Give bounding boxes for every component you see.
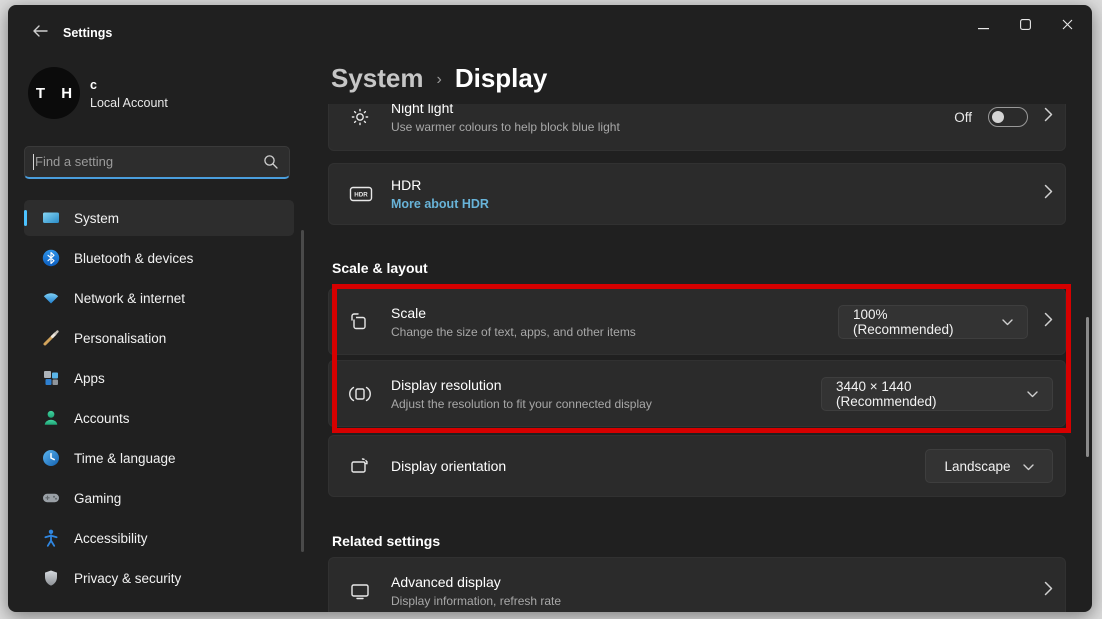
chevron-right-icon bbox=[1044, 581, 1053, 601]
sidebar-scrollbar[interactable] bbox=[301, 230, 304, 552]
hdr-icon: HDR bbox=[349, 183, 371, 205]
breadcrumb-separator: › bbox=[437, 71, 442, 89]
sidebar-item-accessibility[interactable]: Accessibility bbox=[24, 520, 294, 556]
back-button[interactable] bbox=[26, 21, 54, 45]
chevron-right-icon bbox=[1044, 107, 1053, 127]
chevron-right-icon bbox=[1044, 312, 1053, 332]
scale-dropdown-value: 100% (Recommended) bbox=[853, 307, 990, 337]
display-resolution-title: Display resolution bbox=[391, 377, 652, 393]
sidebar-item-personalisation[interactable]: Personalisation bbox=[24, 320, 294, 356]
breadcrumb-system[interactable]: System bbox=[331, 63, 424, 94]
toggle-knob bbox=[992, 111, 1004, 123]
scale-icon bbox=[349, 311, 371, 333]
page-title: Display bbox=[455, 63, 548, 94]
sidebar-item-label: Bluetooth & devices bbox=[74, 251, 193, 266]
sidebar-item-privacy-security[interactable]: Privacy & security bbox=[24, 560, 294, 596]
chevron-right-icon bbox=[1044, 184, 1053, 204]
scale-dropdown[interactable]: 100% (Recommended) bbox=[838, 305, 1028, 339]
display-resolution-row[interactable]: Display resolution Adjust the resolution… bbox=[328, 360, 1066, 427]
scale-row[interactable]: Scale Change the size of text, apps, and… bbox=[328, 288, 1066, 355]
advanced-display-title: Advanced display bbox=[391, 574, 561, 590]
search-input[interactable] bbox=[35, 147, 250, 176]
sun-icon bbox=[349, 106, 371, 128]
minimize-icon bbox=[978, 17, 989, 35]
orientation-icon bbox=[349, 455, 371, 477]
chevron-down-icon bbox=[1027, 386, 1038, 401]
window-controls bbox=[962, 13, 1088, 39]
advanced-display-subtitle: Display information, refresh rate bbox=[391, 594, 561, 608]
bluetooth-icon bbox=[41, 248, 61, 268]
advanced-display-row[interactable]: Advanced display Display information, re… bbox=[328, 557, 1066, 612]
sidebar-item-label: Gaming bbox=[74, 491, 121, 506]
selected-accent-pill bbox=[24, 210, 27, 226]
minimize-button[interactable] bbox=[962, 13, 1004, 39]
clock-icon bbox=[41, 448, 61, 468]
close-icon bbox=[1062, 17, 1073, 35]
night-light-row[interactable]: Night light Use warmer colours to help b… bbox=[328, 104, 1066, 151]
night-light-title: Night light bbox=[391, 104, 620, 116]
scale-subtitle: Change the size of text, apps, and other… bbox=[391, 325, 636, 339]
section-related-settings: Related settings bbox=[332, 533, 440, 549]
section-scale-layout: Scale & layout bbox=[332, 260, 428, 276]
sidebar-item-network-internet[interactable]: Network & internet bbox=[24, 280, 294, 316]
sidebar-item-accounts[interactable]: Accounts bbox=[24, 400, 294, 436]
maximize-button[interactable] bbox=[1004, 13, 1046, 39]
settings-window: Settings T H c Local Account System bbox=[8, 5, 1092, 612]
monitor-icon bbox=[349, 580, 371, 602]
search-icon bbox=[263, 154, 279, 175]
display-orientation-row[interactable]: Display orientation Landscape bbox=[328, 435, 1066, 497]
sidebar-item-apps[interactable]: Apps bbox=[24, 360, 294, 396]
avatar: T H bbox=[28, 67, 80, 119]
sidebar-item-system[interactable]: System bbox=[24, 200, 294, 236]
back-arrow-icon bbox=[32, 24, 48, 42]
account-type-label: Local Account bbox=[90, 96, 168, 110]
hdr-title: HDR bbox=[391, 177, 489, 193]
display-resolution-dropdown-value: 3440 × 1440 (Recommended) bbox=[836, 379, 1015, 409]
text-caret bbox=[33, 154, 34, 170]
close-button[interactable] bbox=[1046, 13, 1088, 39]
sidebar-item-label: Accessibility bbox=[74, 531, 148, 546]
more-about-hdr-link[interactable]: More about HDR bbox=[391, 197, 489, 211]
sidebar-item-label: System bbox=[74, 211, 119, 226]
sidebar-item-label: Personalisation bbox=[74, 331, 166, 346]
chevron-down-icon bbox=[1023, 459, 1034, 474]
person-icon bbox=[41, 408, 61, 428]
sidebar-item-label: Network & internet bbox=[74, 291, 185, 306]
main-scrollbar[interactable] bbox=[1086, 317, 1089, 457]
display-resolution-subtitle: Adjust the resolution to fit your connec… bbox=[391, 397, 652, 411]
display-orientation-dropdown[interactable]: Landscape bbox=[925, 449, 1053, 483]
shield-icon bbox=[41, 568, 61, 588]
wifi-icon bbox=[41, 288, 61, 308]
night-light-toggle-state: Off bbox=[954, 110, 972, 125]
hdr-row[interactable]: HDR HDR More about HDR bbox=[328, 163, 1066, 225]
night-light-subtitle: Use warmer colours to help block blue li… bbox=[391, 120, 620, 134]
sidebar-item-label: Apps bbox=[74, 371, 105, 386]
sidebar-item-label: Privacy & security bbox=[74, 571, 181, 586]
scale-title: Scale bbox=[391, 305, 636, 321]
display-icon bbox=[41, 208, 61, 228]
settings-list-viewport: Night light Use warmer colours to help b… bbox=[328, 104, 1070, 612]
paintbrush-icon bbox=[41, 328, 61, 348]
resolution-icon bbox=[349, 383, 371, 405]
sidebar-item-label: Time & language bbox=[74, 451, 176, 466]
chevron-down-icon bbox=[1002, 314, 1013, 329]
display-resolution-dropdown[interactable]: 3440 × 1440 (Recommended) bbox=[821, 377, 1053, 411]
sidebar-nav: System Bluetooth & devices Network & int… bbox=[24, 200, 294, 600]
display-orientation-dropdown-value: Landscape bbox=[944, 459, 1010, 474]
maximize-icon bbox=[1020, 17, 1031, 35]
sidebar-item-bluetooth-devices[interactable]: Bluetooth & devices bbox=[24, 240, 294, 276]
app-title: Settings bbox=[63, 26, 112, 40]
breadcrumb: System › Display bbox=[331, 63, 547, 94]
game-controller-icon bbox=[41, 488, 61, 508]
sidebar-item-time-language[interactable]: Time & language bbox=[24, 440, 294, 476]
svg-text:HDR: HDR bbox=[354, 192, 368, 199]
accessibility-person-icon bbox=[41, 528, 61, 548]
sidebar-item-gaming[interactable]: Gaming bbox=[24, 480, 294, 516]
search-box bbox=[24, 146, 290, 179]
night-light-toggle[interactable] bbox=[988, 107, 1028, 127]
sidebar-item-label: Accounts bbox=[74, 411, 130, 426]
user-name: c bbox=[90, 78, 97, 92]
display-orientation-title: Display orientation bbox=[391, 458, 506, 474]
apps-grid-icon bbox=[41, 368, 61, 388]
